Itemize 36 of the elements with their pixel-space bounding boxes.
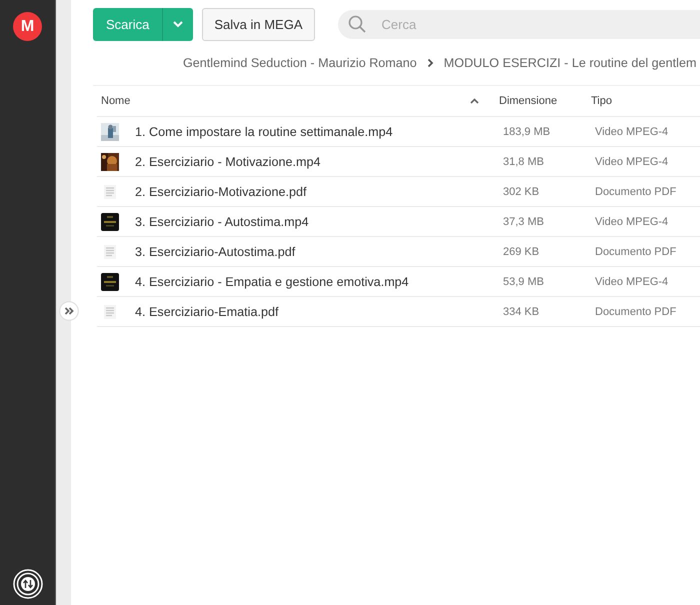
file-row[interactable]: 1. Come impostare la routine settimanale.mp4 183,9 MB Video MPEG-4 xyxy=(97,117,700,147)
file-row[interactable]: 3. Eserciziario - Autostima.mp4 37,3 MB Video MPEG-4 xyxy=(97,207,700,237)
file-row[interactable]: 3. Eserciziario-Autostima.pdf 269 KB Documento PDF xyxy=(97,237,700,267)
file-name: 2. Eserciziario-Motivazione.pdf xyxy=(135,184,306,198)
file-size: 269 KB xyxy=(503,246,540,258)
file-type: Video MPEG-4 xyxy=(595,276,668,288)
file-name: 4. Eserciziario-Ematia.pdf xyxy=(135,304,278,318)
file-row[interactable]: 2. Eserciziario-Motivazione.pdf 302 KB Documento PDF xyxy=(97,177,700,207)
file-type: Documento PDF xyxy=(595,246,676,258)
file-name: 4. Eserciziario - Empatia e gestione emotiva.mp4 xyxy=(135,274,409,288)
file-type: Documento PDF xyxy=(595,306,676,318)
breadcrumb-link[interactable]: Gentlemind Seduction - Maurizio Romano xyxy=(183,56,417,70)
file-name: 3. Eserciziario - Autostima.mp4 xyxy=(135,214,309,228)
file-name: 3. Eserciziario-Autostima.pdf xyxy=(135,244,296,258)
file-row[interactable]: 2. Eserciziario - Motivazione.mp4 31,8 MB Video MPEG-4 xyxy=(97,147,700,177)
file-size: 183,9 MB xyxy=(503,126,550,138)
file-size: 53,9 MB xyxy=(503,276,544,288)
file-size: 334 KB xyxy=(503,306,540,318)
save-button[interactable]: Salva in MEGA xyxy=(202,8,315,41)
column-header[interactable]: Dimensione xyxy=(499,95,558,107)
file-type: Video MPEG-4 xyxy=(595,216,668,228)
search-field[interactable]: Cerca xyxy=(338,10,700,39)
file-name: 1. Come impostare la routine settimanale.mp4 xyxy=(135,124,393,138)
file-type: Video MPEG-4 xyxy=(595,126,668,138)
mega-logo[interactable]: M xyxy=(13,12,42,41)
breadcrumb-link[interactable]: MODULO ESERCIZI - Le routine del gentlem xyxy=(444,56,696,70)
file-size: 37,3 MB xyxy=(503,216,544,228)
column-header[interactable]: Nome xyxy=(101,95,130,107)
file-type: Documento PDF xyxy=(595,186,676,198)
file-row[interactable]: 4. Eserciziario - Empatia e gestione emotiva.mp4 53,9 MB Video MPEG-4 xyxy=(97,267,700,297)
file-name: 2. Eserciziario - Motivazione.mp4 xyxy=(135,154,320,168)
file-row[interactable]: 4. Eserciziario-Ematia.pdf 334 KB Documento PDF xyxy=(97,297,700,327)
column-header[interactable]: Tipo xyxy=(591,95,612,107)
file-size: 31,8 MB xyxy=(503,156,544,168)
file-size: 302 KB xyxy=(503,186,540,198)
file-type: Video MPEG-4 xyxy=(595,156,668,168)
